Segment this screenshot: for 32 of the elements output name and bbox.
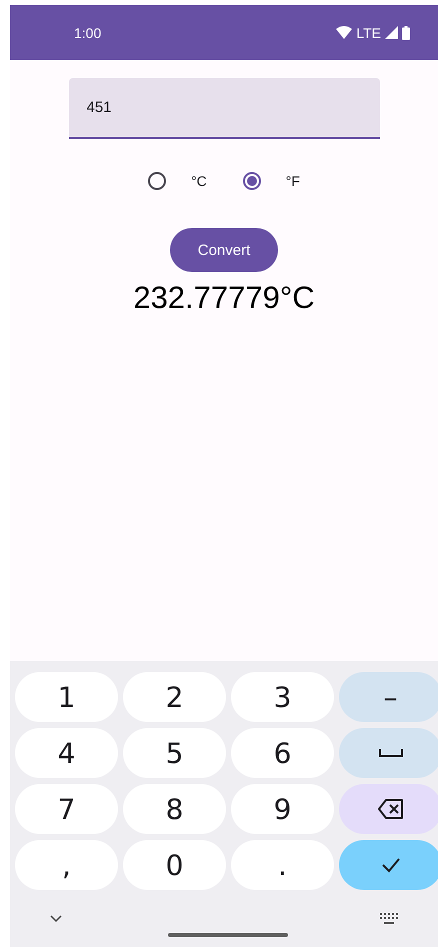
keyboard-key[interactable]: 6 xyxy=(231,728,334,778)
radio-button[interactable] xyxy=(242,172,261,190)
space-icon xyxy=(378,748,404,758)
status-time: 1:00 xyxy=(74,24,102,40)
check-icon xyxy=(380,857,400,873)
keyboard-key[interactable]: 7 xyxy=(15,784,118,834)
keyboard-key[interactable]: – xyxy=(339,672,438,722)
backspace-icon xyxy=(376,798,404,820)
radio-button[interactable] xyxy=(148,172,166,190)
keyboard-key[interactable]: 2 xyxy=(123,672,226,722)
unit-label: °C xyxy=(191,173,207,189)
temperature-input[interactable]: 451 xyxy=(68,78,380,139)
keyboard-key[interactable]: 4 xyxy=(15,728,118,778)
network-label: LTE xyxy=(356,24,381,40)
keyboard-key[interactable]: . xyxy=(231,840,334,890)
battery-icon xyxy=(402,26,410,40)
convert-button[interactable]: Convert xyxy=(170,228,278,272)
chevron-down-icon[interactable] xyxy=(50,914,62,922)
wifi-icon xyxy=(336,26,352,39)
keyboard-key[interactable]: 0 xyxy=(123,840,226,890)
unit-label: °F xyxy=(286,173,300,189)
keyboard-key[interactable]: 1 xyxy=(15,672,118,722)
keyboard-key[interactable] xyxy=(339,784,438,834)
keyboard-icon[interactable] xyxy=(380,912,398,924)
signal-icon xyxy=(385,26,398,39)
home-handle[interactable] xyxy=(168,933,288,937)
keyboard-key[interactable]: 8 xyxy=(123,784,226,834)
keyboard-key[interactable]: , xyxy=(15,840,118,890)
result-text: 232.77779°C xyxy=(133,280,315,316)
keyboard-key[interactable]: 5 xyxy=(123,728,226,778)
keyboard-key[interactable]: 9 xyxy=(231,784,334,834)
keyboard-key[interactable]: 3 xyxy=(231,672,334,722)
